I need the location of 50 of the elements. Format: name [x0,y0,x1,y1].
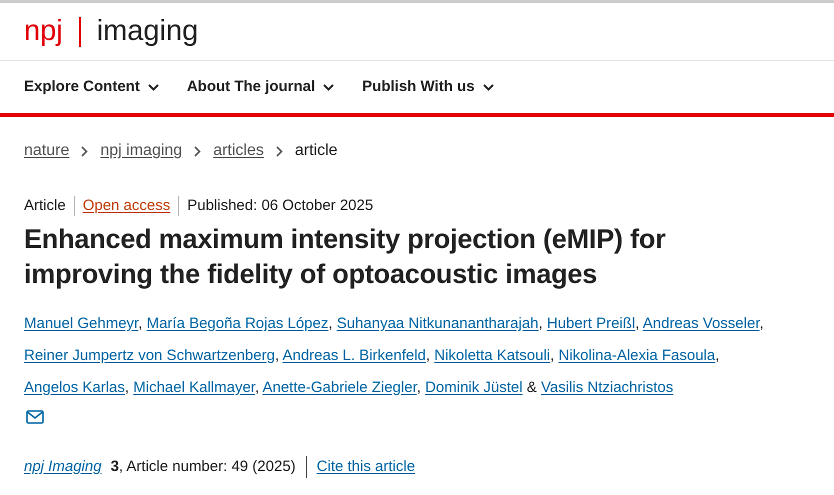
separator: , [426,346,430,364]
author-link[interactable]: Nikoletta Katsouli [434,346,550,364]
open-access-link[interactable]: Open access [74,195,178,218]
separator: , [538,314,543,332]
article-type: Article [24,196,67,216]
nav-menu-button[interactable]: About The journal [186,76,334,98]
separator: , [138,314,142,332]
separator: , [635,314,640,332]
article-number: , Article number: 49 (2025) [118,456,296,476]
chevron-down-icon [148,84,159,90]
author-link[interactable]: María Begoña Rojas López [146,314,328,332]
nav-menu-button[interactable]: Explore Content [24,76,159,98]
author-link[interactable]: Suhanyaa Nitkunanantharajah [336,314,539,332]
author-link[interactable]: Andreas L. Birkenfeld [282,346,426,364]
chevron-right-icon [194,146,202,156]
separator: , [124,378,130,396]
article-title: Enhanced maximum intensity projection (eMIP) for improving the fidelity of optoacoustic images [24,222,666,291]
breadcrumb-link[interactable]: npj imaging [100,139,182,163]
email-icon[interactable] [26,410,44,424]
chevron-down-icon [482,84,494,90]
author-link[interactable]: Vasilis Ntziachristos [540,378,674,396]
chevron-right-icon [276,146,283,156]
journal-link[interactable]: npj Imaging [24,456,102,478]
chevron-right-icon [81,146,88,156]
chevron-down-icon [323,84,334,90]
author-link[interactable]: Michael Kallmayer [133,378,255,396]
separator: , [715,346,720,364]
breadcrumb-link[interactable]: nature [24,139,70,163]
author-link[interactable]: Hubert Preißl [546,314,636,332]
published-date: Published: 06 October 2025 [186,196,374,216]
author-link[interactable]: Manuel Gehmeyr [24,314,138,332]
separator: & [526,378,537,396]
separator: , [416,378,421,396]
separator: , [274,346,280,364]
author-link[interactable]: Reiner Jumpertz von Schwartzenberg [24,346,275,364]
cite-link[interactable]: Cite this article [316,456,416,478]
author-link[interactable]: Andreas Vosseler [642,314,760,332]
nav-menu-button[interactable]: Publish With us [362,76,494,98]
journal-logo[interactable]: npj imaging [24,16,198,46]
breadcrumb-link[interactable]: articles [213,139,264,163]
separator: , [328,314,333,332]
breadcrumb-current: article [294,141,338,161]
separator: , [254,378,260,396]
author-link[interactable]: Angelos Karlas [24,378,125,396]
author-link[interactable]: Anette-Gabriele Ziegler [262,378,417,396]
separator: , [760,314,764,332]
author-link[interactable]: Nikolina-Alexia Fasoula [558,346,716,364]
volume-number: 3 [110,456,119,476]
author-link[interactable]: Dominik Jüstel [425,378,523,396]
separator: , [550,346,554,364]
